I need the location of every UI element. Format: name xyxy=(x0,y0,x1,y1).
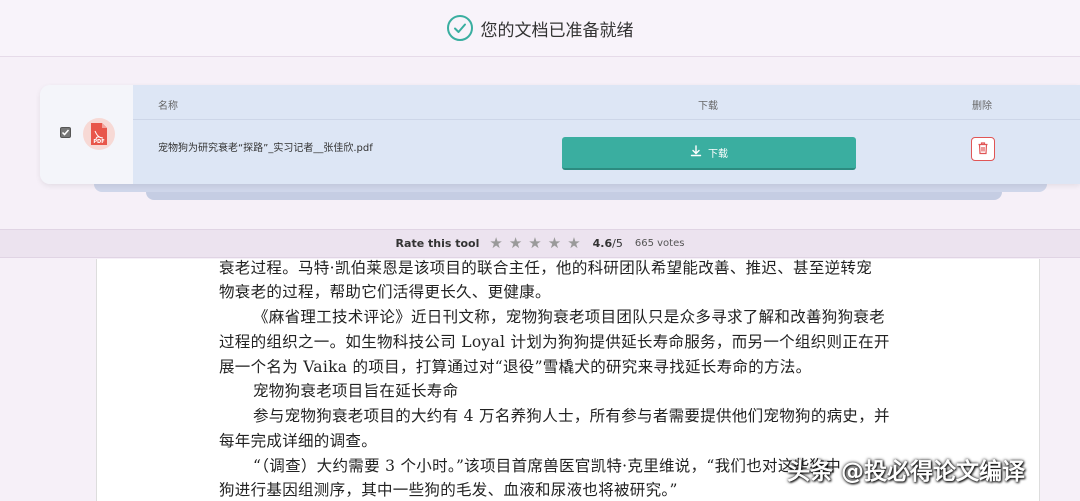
star-icon[interactable]: ★ xyxy=(489,236,502,251)
file-name: 宠物狗为研究衰老“探路”_实习记者__张佳欣.pdf xyxy=(158,143,373,154)
star-icon[interactable]: ★ xyxy=(567,236,580,251)
status-text: 您的文档已准备就绪 xyxy=(480,20,634,41)
file-table: 名称 下载 删除 宠物狗为研究衰老“探路”_实习记者__张佳欣.pdf 下载 xyxy=(133,85,1080,184)
document-line: 衰老过程。马特·凯伯莱恩是该项目的联合主任，他的科研团队希望能改善、推迟、甚至逆… xyxy=(219,259,873,277)
column-header-delete: 删除 xyxy=(972,101,992,112)
file-checkbox[interactable] xyxy=(60,127,71,138)
status-bar: 您的文档已准备就绪 xyxy=(0,0,1080,57)
document-line: 展一个名为 Vaika 的项目，打算通过对“退役”雪橇犬的研究来寻找延长寿命的方… xyxy=(219,358,812,376)
document-line: 每年完成详细的调查。 xyxy=(219,432,378,450)
delete-button[interactable] xyxy=(971,137,995,161)
rating-label: Rate this tool xyxy=(395,237,480,250)
document-line: 过程的组织之一。如生物科技公司 Loyal 计划为狗狗提供延长寿命服务，而另一个… xyxy=(219,333,890,351)
star-icon[interactable]: ★ xyxy=(528,236,541,251)
star-icon[interactable]: ★ xyxy=(509,236,522,251)
check-circle-icon xyxy=(446,15,473,41)
download-button[interactable]: 下载 xyxy=(562,137,856,170)
column-header-name: 名称 xyxy=(158,101,178,112)
document-line: 狗进行基因组测序，其中一些狗的毛发、血液和尿液也将被研究。” xyxy=(219,481,678,499)
svg-text:PDF: PDF xyxy=(93,139,104,145)
trash-icon xyxy=(976,140,990,159)
document-line: 物衰老的过程，帮助它们活得更长久、更健康。 xyxy=(219,283,551,301)
rating-votes: 665 votes xyxy=(634,238,685,249)
download-icon xyxy=(690,145,702,160)
document-heading: 宠物狗衰老项目旨在延长寿命 xyxy=(253,382,459,400)
file-card: PDF 名称 下载 删除 宠物狗为研究衰老“探路”_实习记者__张佳欣.pdf … xyxy=(40,85,1080,184)
watermark: 头条 @投必得论文编译 xyxy=(787,459,1026,485)
document-line: 《麻省理工技术评论》近日刊文称，宠物狗衰老项目团队只是众多寻求了解和改善狗狗衰老 xyxy=(253,308,886,326)
pdf-file-icon: PDF xyxy=(83,118,115,150)
rating-score: 4.6/5 xyxy=(592,237,623,250)
document-line: “（调查）大约需要 3 个小时。”该项目首席兽医官凯特·克里维说，“我们也对这些… xyxy=(253,457,842,475)
document-line: 参与宠物狗衰老项目的大约有 4 万名养狗人士，所有参与者需要提供他们宠物狗的病史… xyxy=(253,407,890,425)
file-select-area: PDF xyxy=(40,85,133,184)
rating-bar: Rate this tool ★ ★ ★ ★ ★ 4.6/5 665 votes xyxy=(0,229,1080,258)
column-header-download: 下载 xyxy=(698,101,718,112)
download-button-label: 下载 xyxy=(708,149,728,160)
header-divider xyxy=(133,119,1080,120)
star-icon[interactable]: ★ xyxy=(548,236,561,251)
